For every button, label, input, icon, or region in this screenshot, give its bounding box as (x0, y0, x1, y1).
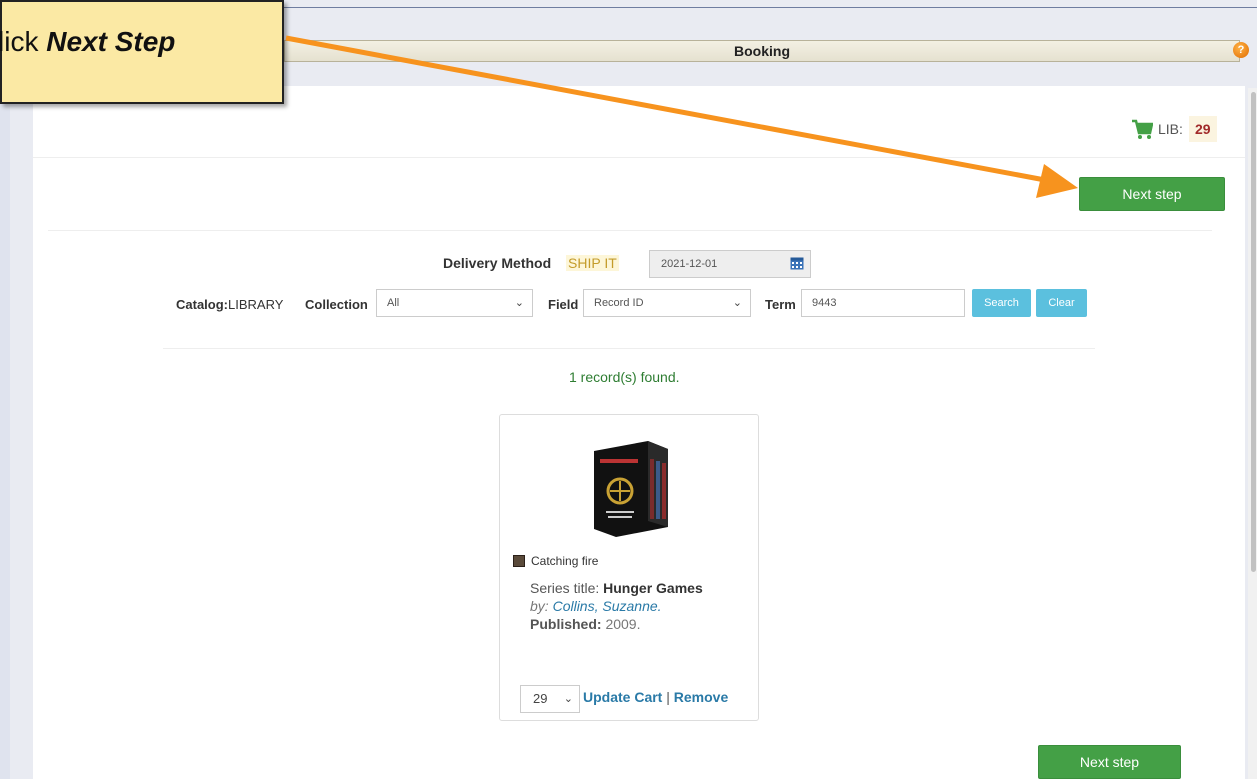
published-value: 2009. (605, 616, 641, 632)
collection-select-value: All (387, 297, 400, 309)
chevron-down-icon: ⌄ (732, 297, 742, 309)
delivery-method-label: Delivery Method (443, 255, 552, 271)
published-label: Published: (530, 616, 602, 632)
cart-icon[interactable] (1131, 118, 1153, 140)
divider (48, 230, 1212, 231)
next-step-button-top[interactable]: Next step (1079, 177, 1225, 211)
author-prefix: by: (530, 598, 549, 614)
catalog-value: LIBRARY (228, 297, 284, 312)
chevron-down-icon: ⌄ (514, 297, 524, 309)
catalog-label-text: Catalog: (176, 297, 228, 312)
field-label-text: Field (548, 297, 579, 312)
cart-count-badge[interactable]: 29 (1189, 116, 1217, 142)
delivery-date-input[interactable]: 2021-12-01 (649, 250, 811, 278)
collection-label-text: Collection (305, 297, 368, 312)
delivery-method-value: SHIP IT (566, 255, 619, 271)
results-count: 1 record(s) found. (569, 369, 680, 385)
card-actions: Update Cart | Remove (583, 689, 728, 705)
divider (163, 348, 1095, 349)
help-icon[interactable]: ? (1233, 42, 1249, 58)
callout-emphasis: Next Step (46, 26, 176, 57)
author-link[interactable]: Collins, Suzanne. (553, 598, 662, 614)
series-label: Series title: (530, 580, 600, 596)
chevron-down-icon: ⌄ (563, 693, 573, 705)
field-select[interactable]: Record ID ⌄ (583, 289, 751, 317)
collection-label: Collection (305, 297, 368, 312)
item-author: by: Collins, Suzanne. (530, 598, 662, 614)
term-label-text: Term (765, 297, 796, 312)
field-select-value: Record ID (594, 297, 644, 309)
callout-prefix: lick (0, 26, 47, 57)
page-title: Booking (284, 40, 1240, 62)
search-button[interactable]: Search (972, 289, 1031, 317)
quantity-value: 29 (533, 691, 548, 706)
collection-select[interactable]: All ⌄ (376, 289, 533, 317)
item-series: Series title: Hunger Games (530, 580, 703, 596)
term-input[interactable]: 9443 (801, 289, 965, 317)
update-cart-link[interactable]: Update Cart (583, 689, 662, 705)
book-cover-image[interactable] (588, 429, 672, 541)
next-step-button-bottom[interactable]: Next step (1038, 745, 1181, 779)
calendar-icon[interactable] (790, 256, 804, 270)
remove-link[interactable]: Remove (674, 689, 728, 705)
cart-label: LIB: (1158, 121, 1183, 137)
link-separator: | (666, 689, 670, 705)
book-icon (513, 555, 525, 567)
result-card: Catching fire Series title: Hunger Games… (499, 414, 759, 721)
item-title: Catching fire (531, 554, 599, 568)
quantity-select[interactable]: 29 ⌄ (520, 685, 580, 713)
item-published: Published: 2009. (530, 616, 641, 632)
term-label: Term (765, 297, 796, 312)
field-label: Field (548, 297, 578, 312)
callout-text: lick Next Step (0, 26, 175, 58)
clear-button[interactable]: Clear (1036, 289, 1087, 317)
scrollbar-thumb[interactable] (1251, 92, 1256, 572)
tutorial-callout: lick Next Step (0, 0, 284, 104)
catalog-label: Catalog:LIBRARY (176, 297, 283, 312)
series-value: Hunger Games (603, 580, 703, 596)
divider (33, 157, 1245, 158)
